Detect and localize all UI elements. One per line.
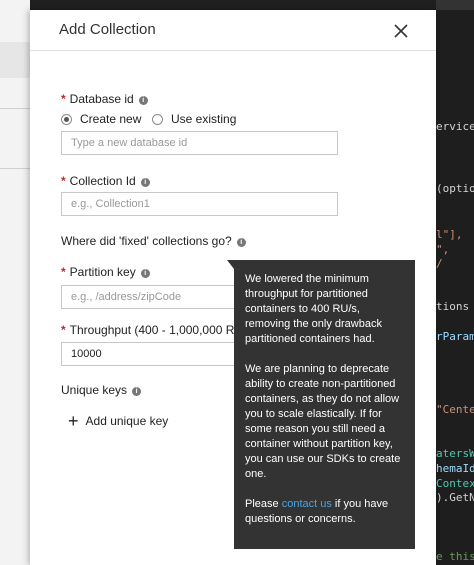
throughput-input[interactable]: 10000 <box>61 342 235 366</box>
radio-use-existing-label: Use existing <box>171 112 237 126</box>
code-line: tions <box>436 300 470 313</box>
background-code-editor: ervice.S (optio l"], ", / tions rParam "… <box>436 0 474 565</box>
background-portal-left <box>0 0 30 565</box>
required-asterisk: * <box>61 323 66 337</box>
code-line: ).GetN <box>436 491 474 504</box>
partition-key-label: * Partition key i <box>61 265 150 279</box>
code-line: rParam <box>436 330 474 343</box>
tooltip-paragraph: We lowered the minimum throughput for pa… <box>245 273 382 345</box>
unique-keys-label: Unique keys i <box>61 383 142 397</box>
collection-id-label-text: Collection Id <box>69 174 136 188</box>
code-line: hemaId <box>436 462 474 475</box>
info-icon[interactable]: i <box>140 178 150 187</box>
radio-create-new[interactable]: Create new <box>61 112 141 126</box>
background-band <box>0 42 30 78</box>
code-line: l"], <box>436 228 463 241</box>
contact-us-link[interactable]: contact us <box>282 498 332 510</box>
code-line: Contex <box>436 477 474 490</box>
code-line: e this <box>436 550 474 563</box>
radio-use-existing[interactable]: Use existing <box>152 112 236 126</box>
code-line: (optio <box>436 182 474 195</box>
background-divider <box>0 108 30 109</box>
fixed-collections-question-text: Where did 'fixed' collections go? <box>61 234 232 248</box>
database-id-input[interactable]: Type a new database id <box>61 131 338 155</box>
info-icon[interactable]: i <box>236 238 246 247</box>
code-line: ", <box>436 243 450 256</box>
plus-icon: + <box>68 411 79 431</box>
required-asterisk: * <box>61 174 66 188</box>
radio-selected-icon <box>61 113 72 125</box>
radio-unselected-icon <box>152 113 163 125</box>
radio-create-new-label: Create new <box>80 112 142 126</box>
panel-title: Add Collection <box>59 21 156 38</box>
code-line: "Cente <box>436 403 474 416</box>
add-unique-key-label: Add unique key <box>85 414 169 428</box>
required-asterisk: * <box>61 265 66 279</box>
add-unique-key-button[interactable]: + Add unique key <box>68 411 169 431</box>
editor-top-bar <box>436 0 474 10</box>
throughput-label-text: Throughput (400 - 1,000,000 RU/s) <box>69 323 234 337</box>
code-line: atersW <box>436 447 474 460</box>
info-icon[interactable]: i <box>138 96 148 105</box>
info-icon[interactable]: i <box>140 269 150 278</box>
tooltip-contact-paragraph: Please contact us if you have questions … <box>245 497 405 527</box>
fixed-collections-tooltip: We lowered the minimum throughput for pa… <box>227 260 415 549</box>
title-divider <box>30 50 436 51</box>
info-icon[interactable]: i <box>132 387 142 396</box>
collection-id-label: * Collection Id i <box>61 174 150 188</box>
code-line: / <box>436 257 443 270</box>
collection-id-input[interactable]: e.g., Collection1 <box>61 192 338 216</box>
background-divider <box>0 168 30 169</box>
required-asterisk: * <box>61 92 66 106</box>
partition-key-input[interactable]: e.g., /address/zipCode <box>61 285 235 309</box>
throughput-label: *Throughput (400 - 1,000,000 RU/s) <box>61 323 234 337</box>
database-id-label-text: Database id <box>69 92 134 106</box>
database-id-label: * Database id i <box>61 92 148 106</box>
tooltip-paragraph: We are planning to deprecate ability to … <box>245 363 401 480</box>
fixed-collections-question: Where did 'fixed' collections go? i <box>61 234 246 248</box>
close-icon[interactable] <box>392 22 410 40</box>
tooltip-arrow <box>227 260 234 269</box>
unique-keys-label-text: Unique keys <box>61 383 128 397</box>
code-line: ervice.S <box>436 120 474 133</box>
tooltip-please-text: Please <box>245 498 282 510</box>
partition-key-label-text: Partition key <box>69 265 136 279</box>
